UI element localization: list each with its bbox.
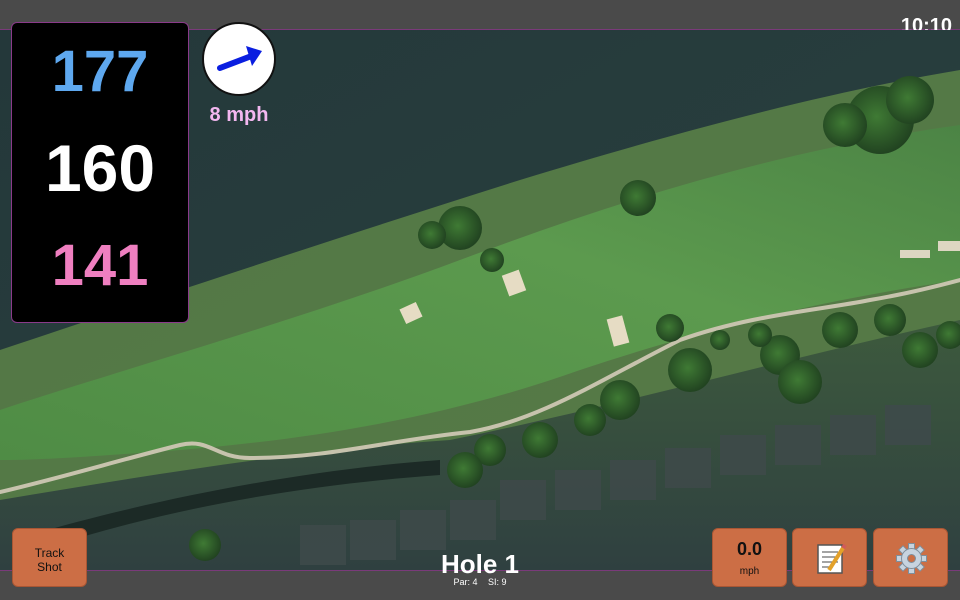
hole-title: Hole 1 bbox=[440, 549, 520, 579]
speed-unit: mph bbox=[739, 566, 760, 577]
notepad-icon bbox=[817, 543, 847, 574]
gear-icon bbox=[896, 543, 927, 574]
front-distance: 141 bbox=[51, 233, 149, 298]
par-label: Par: 4 bbox=[453, 577, 478, 587]
speed-button[interactable]: 0.0 mph bbox=[712, 528, 787, 587]
distance-panel: 177 160 141 bbox=[11, 22, 189, 323]
notes-button[interactable] bbox=[792, 528, 867, 587]
wind-arrow-icon bbox=[217, 46, 262, 71]
track-shot-label-line2: Shot bbox=[37, 560, 62, 574]
track-shot-button[interactable]: Track Shot bbox=[12, 528, 87, 587]
middle-distance: 160 bbox=[44, 131, 156, 205]
track-shot-label-line1: Track bbox=[34, 546, 65, 560]
wind-speed-label: 8 mph bbox=[209, 104, 269, 126]
settings-button[interactable] bbox=[873, 528, 948, 587]
stroke-index-label: SI: 9 bbox=[488, 577, 507, 587]
back-distance: 177 bbox=[51, 39, 149, 104]
speed-value: 0.0 bbox=[736, 539, 763, 559]
hole-meta: Par: 4 SI: 9 bbox=[380, 577, 580, 587]
wind-direction-dial bbox=[202, 22, 276, 96]
